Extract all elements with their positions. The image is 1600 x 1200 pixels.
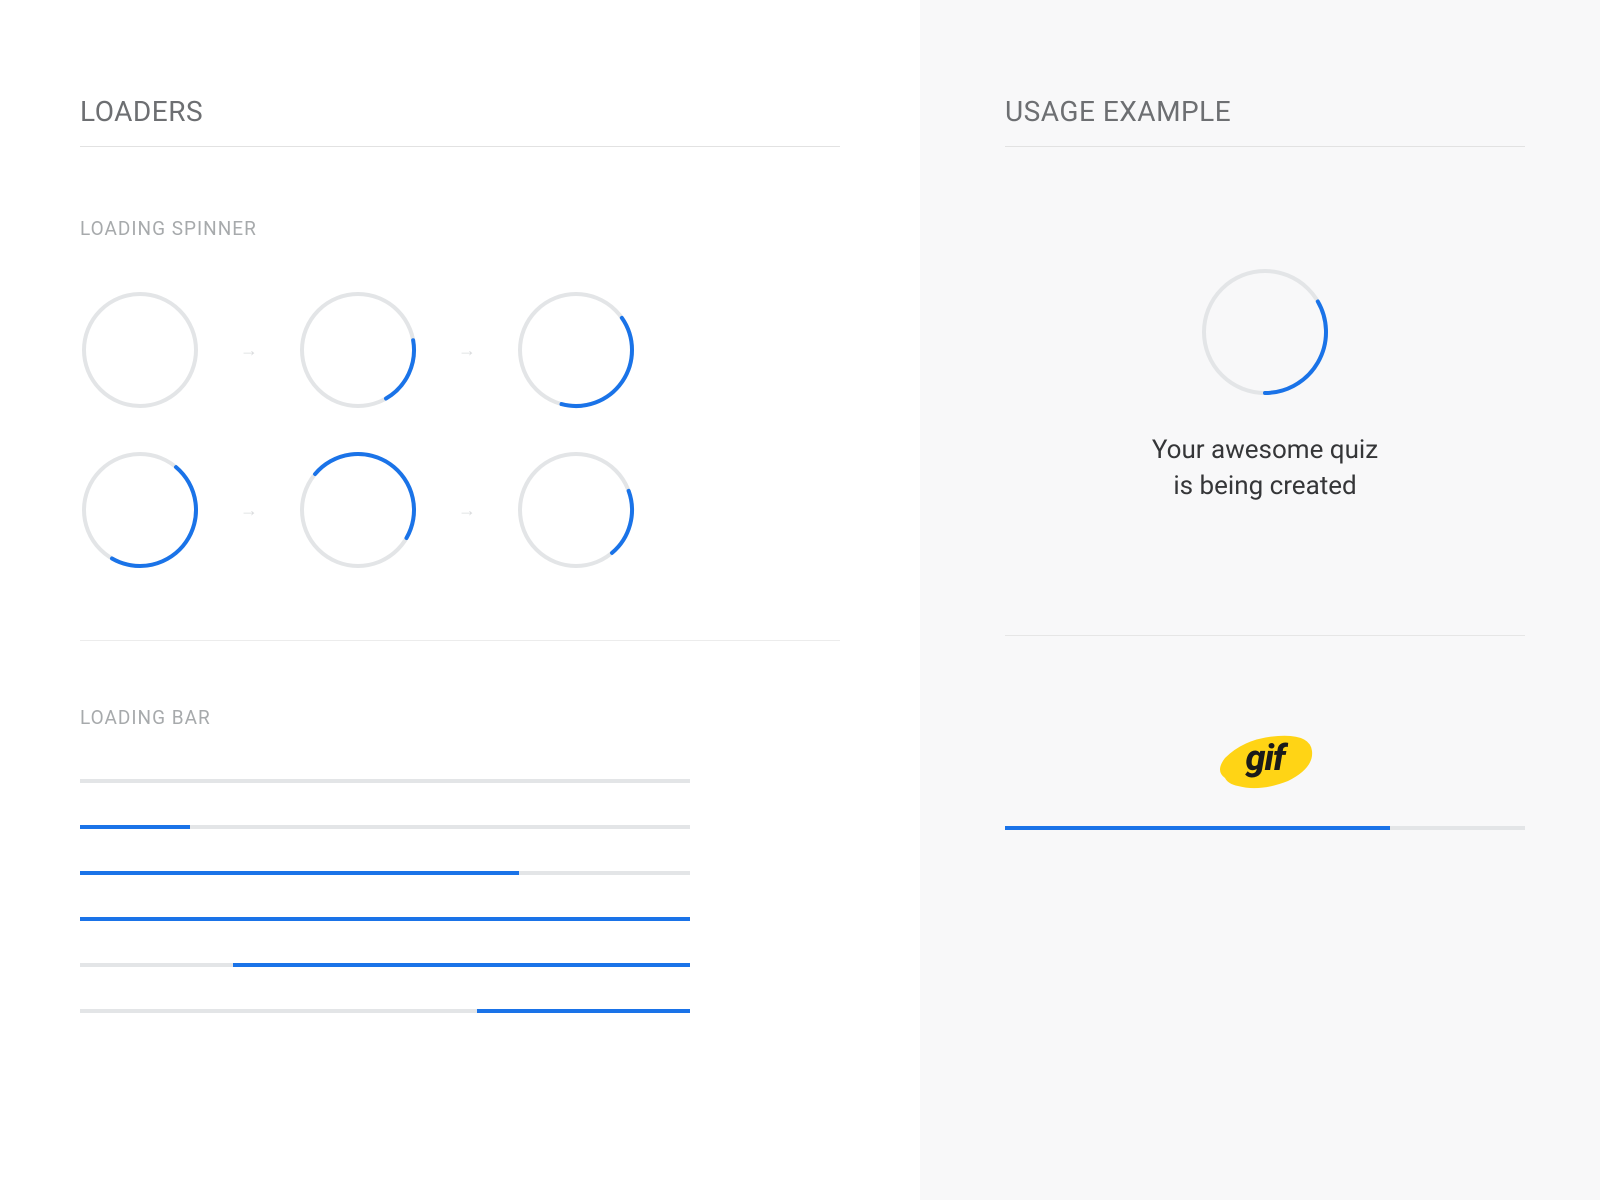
progress-fill [80,917,690,921]
progress-fill [477,1009,691,1013]
right-panel: USAGE EXAMPLE Your awesome quiz is being… [920,0,1600,1200]
left-panel: LOADERS LOADING SPINNER →→ →→ LOADING BA… [0,0,920,1200]
arrow-right-icon: → [458,500,476,521]
loaders-title: LOADERS [80,95,840,128]
loading-spinner-icon [80,450,200,570]
bar-stack [80,779,840,1013]
gif-label: gif [1245,737,1284,779]
spinner-row: →→ [80,450,840,570]
progress-bar [80,871,690,875]
gif-badge-icon: gif [1210,726,1320,796]
usage-example-title: USAGE EXAMPLE [1005,95,1525,128]
spinner-row: →→ [80,290,840,410]
progress-fill [80,871,519,875]
progress-fill [80,825,190,829]
progress-bar [80,825,690,829]
loading-spinner-icon [1200,267,1330,397]
loading-spinner-icon [516,450,636,570]
example-status-text: Your awesome quiz is being created [1005,432,1525,505]
loading-spinner-icon [80,290,200,410]
progress-bar [80,963,690,967]
arrow-right-icon: → [240,500,258,521]
spinner-grid: →→ →→ [80,290,840,570]
progress-bar [80,779,690,783]
progress-bar [80,917,690,921]
example-spinner-wrap [1005,267,1525,397]
arrow-right-icon: → [240,340,258,361]
divider [1005,146,1525,147]
loading-spinner-icon [516,290,636,410]
divider [1005,635,1525,636]
loading-spinner-icon [298,450,418,570]
bar-section-title: LOADING BAR [80,706,840,729]
progress-fill [233,963,691,967]
arrow-right-icon: → [458,340,476,361]
loading-spinner-icon [298,290,418,410]
example-progress-bar [1005,826,1525,830]
divider [80,640,840,641]
divider [80,146,840,147]
example-text-line2: is being created [1173,471,1356,501]
progress-bar [80,1009,690,1013]
gif-badge-wrap: gif [1005,726,1525,796]
progress-fill [1005,826,1390,830]
spinner-section-title: LOADING SPINNER [80,217,840,240]
example-text-line1: Your awesome quiz [1152,435,1378,465]
